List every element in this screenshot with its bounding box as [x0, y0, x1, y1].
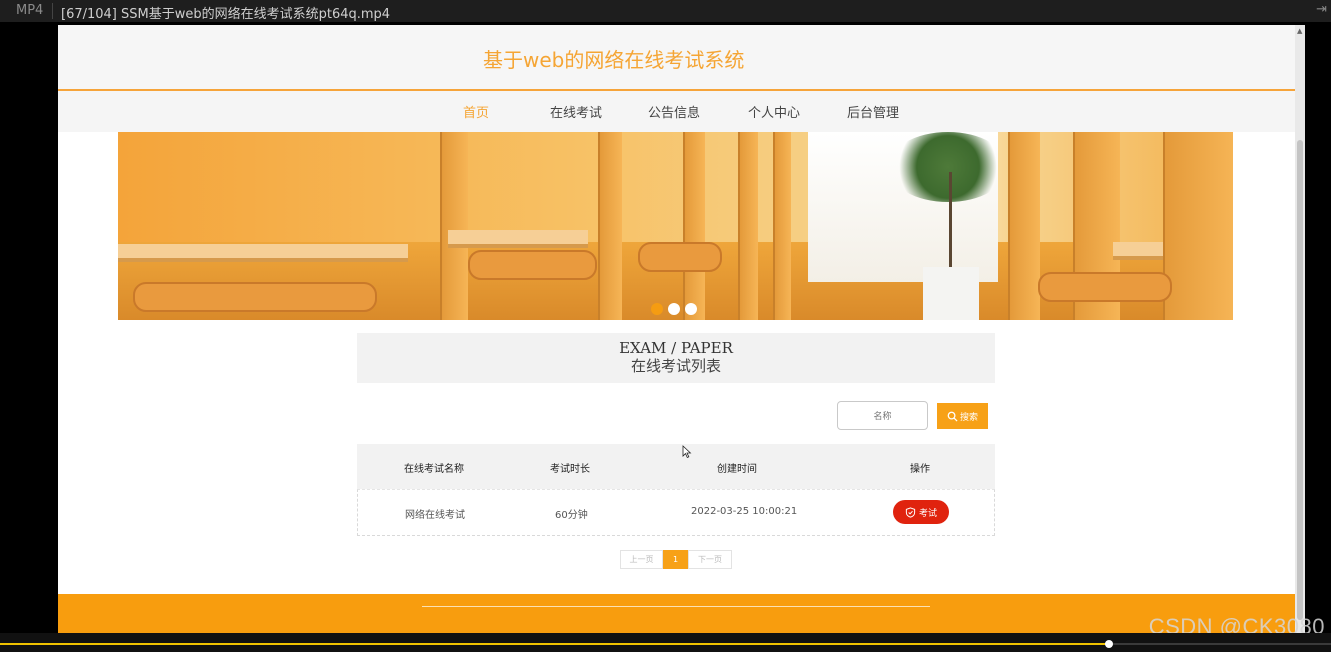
mouse-cursor-icon	[682, 445, 692, 459]
pin-icon[interactable]: ⇥	[1316, 2, 1327, 17]
banner-divider-panel	[1163, 132, 1233, 320]
carousel-banner[interactable]	[118, 132, 1233, 320]
carousel-dot[interactable]	[685, 303, 697, 315]
banner-chair	[133, 282, 377, 312]
banner-desk	[448, 230, 588, 244]
prev-page-button[interactable]: 上一页	[620, 550, 663, 569]
footer-divider	[422, 606, 930, 607]
banner-divider-panel	[773, 132, 791, 320]
page-number-current[interactable]: 1	[663, 550, 688, 569]
table-header-row: 在线考试名称 考试时长 创建时间 操作	[357, 444, 995, 489]
exam-created-cell: 2022-03-25 10:00:21	[691, 506, 798, 517]
player-title-bar: MP4 [67/104] SSM基于web的网络在线考试系统pt64q.mp4 …	[0, 0, 1331, 22]
exam-duration-cell: 60分钟	[555, 510, 588, 521]
video-filename: [67/104] SSM基于web的网络在线考试系统pt64q.mp4	[61, 7, 391, 22]
format-label: MP4	[16, 3, 44, 18]
banner-divider-panel	[738, 132, 758, 320]
take-exam-label: 考试	[918, 507, 937, 518]
exam-table: 在线考试名称 考试时长 创建时间 操作 网络在线考试 60分钟 2022-03-…	[357, 444, 995, 536]
page-scrollbar[interactable]: ▲	[1295, 25, 1305, 633]
carousel-dot[interactable]	[668, 303, 680, 315]
banner-divider-panel	[683, 132, 705, 320]
nav-item-online-exam[interactable]: 在线考试	[550, 102, 602, 121]
banner-plant-pot	[923, 267, 979, 320]
search-button-label: 搜索	[959, 411, 978, 422]
banner-divider-panel	[440, 132, 468, 320]
banner-wall	[118, 132, 1233, 242]
site-footer	[58, 594, 1295, 633]
column-header-name: 在线考试名称	[404, 464, 464, 475]
video-progress-bar[interactable]	[0, 640, 1331, 648]
site-title: 基于web的网络在线考试系统	[483, 48, 745, 72]
section-heading: EXAM / PAPER 在线考试列表	[357, 333, 995, 383]
site-header: 基于web的网络在线考试系统	[58, 25, 1295, 91]
web-page: 基于web的网络在线考试系统 首页 在线考试 公告信息 个人中心 后台管理 EX…	[58, 25, 1295, 633]
nav-item-home[interactable]: 首页	[463, 102, 489, 121]
nav-item-profile[interactable]: 个人中心	[748, 102, 800, 121]
exam-name-cell[interactable]: 网络在线考试	[405, 506, 465, 521]
carousel-indicators	[651, 300, 702, 315]
search-button[interactable]: 搜索	[937, 403, 988, 429]
shield-check-icon	[905, 506, 916, 518]
video-progress-fill	[0, 643, 1109, 645]
main-nav: 首页 在线考试 公告信息 个人中心 后台管理	[58, 91, 1295, 132]
banner-divider-panel	[1008, 132, 1040, 320]
section-title-en: EXAM / PAPER	[619, 339, 733, 357]
search-name-input[interactable]	[837, 401, 928, 430]
banner-desk	[118, 244, 408, 258]
take-exam-button[interactable]: 考试	[893, 500, 949, 524]
banner-divider-panel	[598, 132, 622, 320]
search-icon	[947, 411, 958, 422]
column-header-action: 操作	[910, 464, 930, 475]
table-row: 网络在线考试 60分钟 2022-03-25 10:00:21 考试	[357, 489, 995, 536]
next-page-button[interactable]: 下一页	[688, 550, 732, 569]
player-controls	[0, 633, 1331, 652]
banner-chair	[468, 250, 597, 280]
banner-chair	[638, 242, 722, 272]
scrollbar-thumb[interactable]	[1297, 140, 1303, 620]
title-divider	[52, 3, 53, 19]
column-header-created: 创建时间	[717, 464, 757, 475]
nav-item-notices[interactable]: 公告信息	[648, 102, 700, 121]
banner-chair	[1038, 272, 1172, 302]
nav-item-admin[interactable]: 后台管理	[847, 102, 899, 121]
scroll-up-icon[interactable]: ▲	[1297, 27, 1302, 35]
banner-plant	[888, 132, 1008, 202]
carousel-dot[interactable]	[651, 303, 663, 315]
section-title-zh: 在线考试列表	[630, 357, 721, 375]
banner-desk	[1113, 242, 1163, 256]
video-progress-handle[interactable]	[1104, 640, 1113, 648]
column-header-duration: 考试时长	[550, 464, 590, 475]
banner-plant-stem	[949, 172, 952, 267]
